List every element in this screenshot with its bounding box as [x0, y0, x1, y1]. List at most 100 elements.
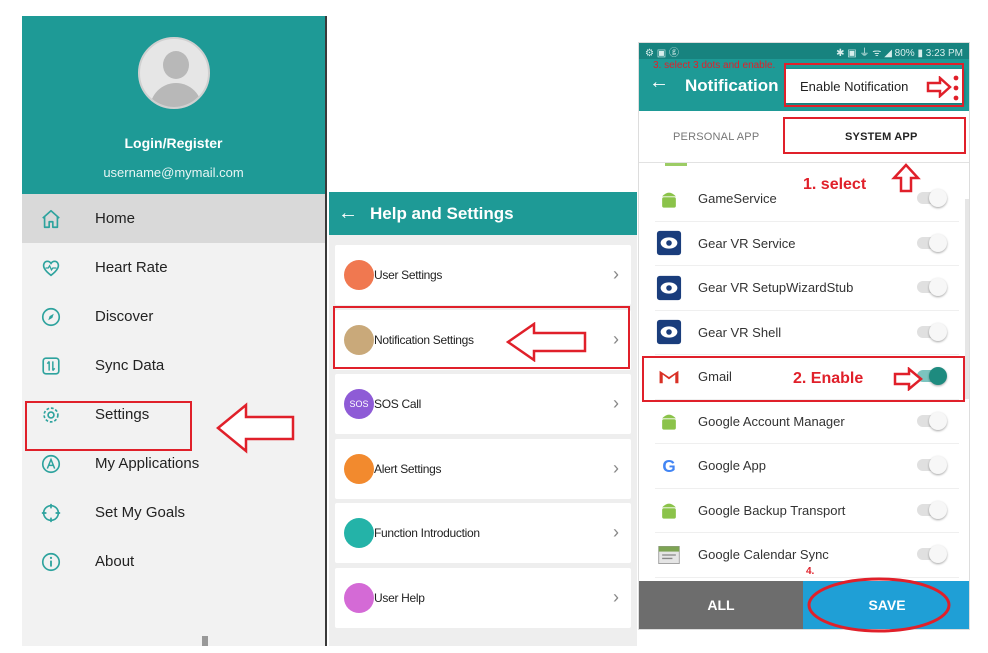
app-row-google-app: G Google App: [655, 444, 959, 489]
notification-toggle[interactable]: [917, 456, 947, 474]
step2-annotation: 2. Enable: [793, 370, 864, 387]
toggle-knob: [929, 322, 947, 341]
all-button[interactable]: ALL: [639, 581, 803, 629]
help-settings-list: User Settings › Notification Settings › SOS S…: [329, 235, 637, 628]
notification-toggle[interactable]: [917, 189, 947, 207]
help-item-icon: [344, 260, 374, 290]
user-email: username@mymail.com: [103, 165, 244, 180]
pointer-arrow-icon: [926, 76, 952, 98]
help-item-label: User Help: [374, 590, 425, 605]
nav-drawer: Login/Register username@mymail.com Home H…: [22, 16, 327, 646]
pointer-arrow-icon: [216, 402, 295, 454]
more-vert-icon[interactable]: [951, 73, 961, 103]
help-item-icon: [344, 518, 374, 548]
help-item-user-help[interactable]: User Help ›: [335, 567, 631, 628]
pointer-arrow-icon: [893, 367, 923, 391]
toggle-knob: [929, 500, 947, 519]
target-icon: [39, 501, 63, 525]
step3-annotation: 3. select 3 dots and enable.: [653, 60, 776, 71]
toggle-knob: [929, 278, 947, 296]
toggle-knob: [929, 233, 947, 252]
svg-text:G: G: [662, 456, 675, 476]
help-item-icon: [344, 453, 374, 484]
pointer-arrow-icon: [891, 163, 921, 193]
drawer-item-sync-data[interactable]: Sync Data: [22, 341, 325, 390]
notification-toggle[interactable]: [917, 233, 947, 252]
app-name: Google App: [698, 458, 766, 474]
back-arrow-icon[interactable]: ←: [649, 71, 669, 94]
drawer-item-label: My Applications: [95, 455, 200, 472]
scrollbar[interactable]: [202, 636, 208, 646]
help-item-user-settings[interactable]: User Settings ›: [335, 245, 631, 305]
android-icon: [655, 185, 683, 213]
pointer-arrow-icon: [506, 322, 587, 362]
list-divider: [665, 163, 687, 166]
help-item-label: Alert Settings: [374, 461, 442, 476]
help-item-sos-call[interactable]: SOS SOS Call ›: [335, 374, 631, 434]
drawer-item-label: Heart Rate: [95, 259, 168, 276]
drawer-menu: Home Heart Rate Discover Sync Data Settings M…: [22, 194, 325, 586]
avatar[interactable]: [137, 37, 210, 109]
drawer-item-home[interactable]: Home: [22, 194, 325, 243]
status-right: ✱ ▣ ⏚ ᯤ ◢ 80% ▮ 3:23 PM: [836, 47, 963, 59]
heart-icon: [39, 256, 63, 280]
app-row-google-account-manager: Google Account Manager: [655, 400, 959, 444]
notification-toggle[interactable]: [917, 411, 947, 430]
drawer-item-label: Home: [95, 210, 136, 227]
app-name: Gear VR Service: [698, 235, 796, 251]
status-bar: ⚙ ▣ ⓖ ✱ ▣ ⏚ ᯤ ◢ 80% ▮ 3:23 PM: [639, 43, 969, 59]
help-item-icon: SOS: [344, 389, 374, 419]
help-item-function-introduction[interactable]: Function Introduction ›: [335, 503, 631, 563]
back-arrow-icon[interactable]: ←: [338, 202, 358, 225]
chevron-right-icon: ›: [613, 586, 619, 607]
drawer-item-label: Sync Data: [95, 357, 165, 374]
drawer-item-set-my-goals[interactable]: Set My Goals: [22, 488, 325, 537]
notification-toggle[interactable]: [917, 545, 947, 563]
app-name: Google Account Manager: [698, 413, 845, 429]
google-icon: G: [655, 452, 683, 480]
drawer-item-label: Set My Goals: [95, 504, 186, 521]
help-item-label: SOS Call: [374, 397, 421, 411]
toggle-knob: [929, 411, 947, 430]
toggle-knob: [929, 456, 947, 474]
app-name: Google Backup Transport: [698, 502, 846, 518]
home-icon: [39, 207, 63, 231]
app-name: Gear VR Shell: [698, 324, 782, 340]
sync-icon: [39, 354, 63, 378]
drawer-item-discover[interactable]: Discover: [22, 292, 325, 341]
chevron-right-icon: ›: [613, 457, 619, 478]
help-settings-screen: ← Help and Settings User Settings › Notifi…: [329, 192, 637, 646]
system-app-highlight: [783, 117, 966, 154]
app-name: Google Calendar Sync: [698, 547, 829, 563]
drawer-item-heart-rate[interactable]: Heart Rate: [22, 243, 325, 292]
drawer-header: Login/Register username@mymail.com: [22, 16, 325, 194]
help-item-icon: [344, 582, 374, 613]
notification-toggle[interactable]: [917, 278, 947, 296]
step1-annotation: 1. select: [803, 176, 867, 193]
gear-vr-icon: [655, 274, 683, 302]
drawer-item-label: Discover: [95, 308, 154, 325]
settings-highlight: [25, 401, 192, 451]
notification-title: Notification: [685, 76, 779, 95]
tab-personal-app[interactable]: PERSONAL APP: [673, 131, 759, 143]
gear-vr-icon: [655, 229, 683, 257]
gear-vr-icon: [655, 318, 683, 346]
info-icon: [39, 550, 63, 574]
chevron-right-icon: ›: [613, 522, 619, 542]
status-left: ⚙ ▣ ⓖ: [645, 47, 679, 59]
notification-toggle[interactable]: [917, 500, 947, 519]
notification-toggle[interactable]: [917, 322, 947, 341]
drawer-item-label: About: [95, 553, 135, 570]
drawer-item-about[interactable]: About: [22, 537, 325, 586]
login-register-link[interactable]: Login/Register: [124, 135, 222, 151]
help-item-alert-settings[interactable]: Alert Settings ›: [335, 438, 631, 499]
help-settings-title: Help and Settings: [370, 203, 514, 223]
help-settings-appbar: ← Help and Settings: [329, 192, 637, 235]
compass-icon: [39, 305, 63, 329]
app-row-gear-vr-shell: Gear VR Shell: [655, 311, 959, 355]
app-name: Gear VR SetupWizardStub: [698, 280, 854, 296]
scrollbar[interactable]: [965, 199, 969, 399]
toggle-knob: [929, 189, 947, 207]
app-row-gear-vr-service: Gear VR Service: [655, 222, 959, 266]
calendar-icon: [655, 541, 683, 569]
